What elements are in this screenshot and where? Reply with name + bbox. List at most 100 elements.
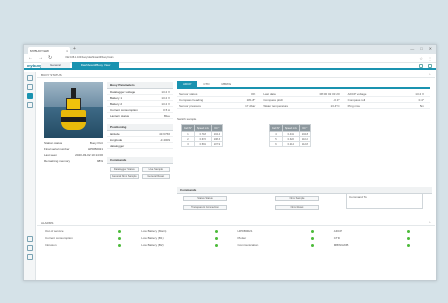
column-header: Speed m/s (193, 124, 212, 132)
nmx-reset-button[interactable]: Nmx Reset (275, 205, 319, 210)
url-field[interactable]: 192.168.1.100/buoy/dashboard#/buoy/main (65, 55, 145, 61)
buoy-info: Station status Buoy Port Final serial num… (44, 140, 103, 164)
alarm-item: Current consumption (45, 235, 141, 241)
panel-title: Buoy Parameters (107, 82, 173, 89)
home-icon[interactable] (26, 75, 33, 81)
current-table-1: Cell N° Speed m/s Dir ° 1 0.718 104.4 2 0.6… (181, 124, 224, 147)
menu-icon[interactable]: ⋮ (428, 56, 432, 61)
alarms-title: ALARMS (41, 221, 54, 225)
status-dot-icon (310, 229, 314, 233)
alarm-item: ADCP (334, 228, 430, 234)
app-logo: mybuoy (27, 63, 43, 68)
info-row: Remaining memory 98% (44, 159, 103, 163)
app-header: mybuoy General Dashboard/Buoy View (24, 62, 436, 70)
alarm-label: Low Battery (B2) (141, 243, 164, 247)
window-controls: — □ ✕ (410, 46, 432, 51)
close-window-icon[interactable]: ✕ (429, 46, 432, 51)
alarm-label: Out of service (45, 229, 64, 233)
param-row: Lantern status Blue (107, 113, 173, 119)
table-row: 6 0.214 112.8 (269, 141, 312, 147)
chart-icon[interactable] (26, 84, 33, 90)
calendar-icon[interactable] (26, 245, 33, 251)
tab-ctd[interactable]: CTD (197, 81, 215, 87)
column-header: Speed m/s (281, 124, 300, 132)
minimize-icon[interactable]: — (410, 46, 414, 51)
column-header: Cell N° (181, 124, 195, 132)
alarm-item: Intrusion (45, 242, 141, 248)
status-dot-icon (214, 229, 218, 233)
alarm-item: Low Battery (B2) (141, 242, 237, 248)
buoy-status-header[interactable]: BUOY STATUS ⌃ (37, 72, 435, 78)
tab-mbwg[interactable]: MBWG (216, 81, 238, 87)
alarm-label: Communication (237, 243, 259, 247)
status-dot-icon (214, 243, 218, 247)
status-dot-icon (214, 236, 218, 240)
transparent-connection-button[interactable]: Transparent Connection (183, 205, 227, 210)
datalogger-status-button[interactable]: Datalogger Status (110, 167, 139, 172)
positioning-panel: Positioning latitude 43.6766 longitude -3.… (107, 124, 173, 149)
tab-adcp[interactable]: ADCP (177, 81, 198, 87)
current-table-2: Cell N° Speed m/s Dir ° 4 0.441 104.8 5 0.3… (269, 124, 312, 147)
live-sample-button[interactable]: Live Sample (141, 167, 170, 172)
buoy-photo (44, 82, 103, 138)
alarm-label: ADCP (333, 229, 343, 233)
status-button[interactable]: Status Status (183, 196, 227, 201)
tab-general[interactable]: General (41, 62, 70, 68)
back-icon[interactable]: ← (28, 54, 33, 63)
browser-toolbar-icons: ☆ ⋮ (419, 56, 432, 61)
position-row: datalogger (107, 143, 173, 149)
nmx-sample-button[interactable]: Nmx Sample (275, 196, 319, 201)
collapse-icon[interactable]: ⌃ (428, 220, 431, 225)
alarm-label: Intrusion (45, 243, 57, 247)
switch-sample-label[interactable]: Switch sample (177, 117, 196, 121)
browser-tab[interactable]: MYBUOY/HW × (28, 47, 70, 54)
browser-tab-title: MYBUOY/HW (30, 48, 49, 53)
alarm-label: Low Battery (Main) (141, 229, 167, 233)
alarm-item: CTD (334, 235, 430, 241)
list-icon[interactable] (26, 236, 33, 242)
alarm-label: CTD (333, 236, 340, 240)
tab-dashboard[interactable]: Dashboard/Buoy View (71, 62, 120, 68)
status-dot-icon (310, 243, 314, 247)
column-header: Dir ° (210, 124, 224, 132)
main-content: BUOY STATUS ⌃ Station status Buoy Port Fi… (37, 72, 435, 280)
buoy-icon[interactable] (26, 93, 33, 99)
alarm-label: HPDB0021 (237, 229, 253, 233)
collapse-icon[interactable]: ⌃ (428, 72, 431, 77)
status-dot-icon (407, 243, 410, 247)
column-header: Dir ° (298, 124, 312, 132)
table-row: 3 0.591 107.9 (181, 141, 224, 147)
alarm-item: Low Battery (B1) (141, 235, 237, 241)
general-sample-button[interactable]: General Nmx Sample (110, 174, 139, 179)
section-title: BUOY STATUS (41, 73, 62, 77)
panel-title: Positioning (107, 124, 173, 131)
sidebar (24, 72, 36, 280)
alarm-grid: Out of service Low Battery (Main) HPDB0021… (37, 226, 435, 248)
alarm-item: HPDB0021 (238, 228, 334, 234)
general-reset-button[interactable]: General Reset (141, 174, 170, 179)
user-icon[interactable] (419, 64, 423, 68)
alarms-section: ALARMS ⌃ Out of service Low Battery (Main… (37, 220, 435, 248)
browser-titlebar: MYBUOY/HW × + — □ ✕ (24, 45, 436, 54)
command-to-field[interactable]: Command To (346, 193, 423, 209)
map-icon[interactable] (26, 102, 33, 108)
power-icon[interactable] (26, 254, 33, 260)
buoy-params-panel: Buoy Parameters Datalogger voltage 13.2 V… (107, 82, 173, 119)
settings-icon[interactable] (428, 64, 432, 68)
column-header: Cell N° (269, 124, 283, 132)
alarm-item: Communication (238, 242, 334, 248)
new-tab-icon[interactable]: + (73, 46, 76, 53)
status-dot-icon (407, 229, 410, 233)
close-tab-icon[interactable]: × (66, 49, 68, 53)
star-icon[interactable]: ☆ (419, 56, 423, 61)
status-dot-icon (310, 236, 314, 240)
sensor-tabs: ADCP CTD MBWG (177, 81, 430, 89)
commands-panel: Commands Datalogger Status Live Sample G… (107, 157, 173, 182)
alarm-label: MBWG/DB (333, 243, 349, 247)
alarm-label: Plotter (237, 236, 247, 240)
alarm-item: Plotter (238, 235, 334, 241)
sensor-grid: Sensor status OK Last data 08:00 02 03 20 … (177, 91, 430, 109)
alarm-item: Out of service (45, 228, 141, 234)
status-dot-icon (118, 243, 122, 247)
maximize-icon[interactable]: □ (420, 46, 422, 51)
